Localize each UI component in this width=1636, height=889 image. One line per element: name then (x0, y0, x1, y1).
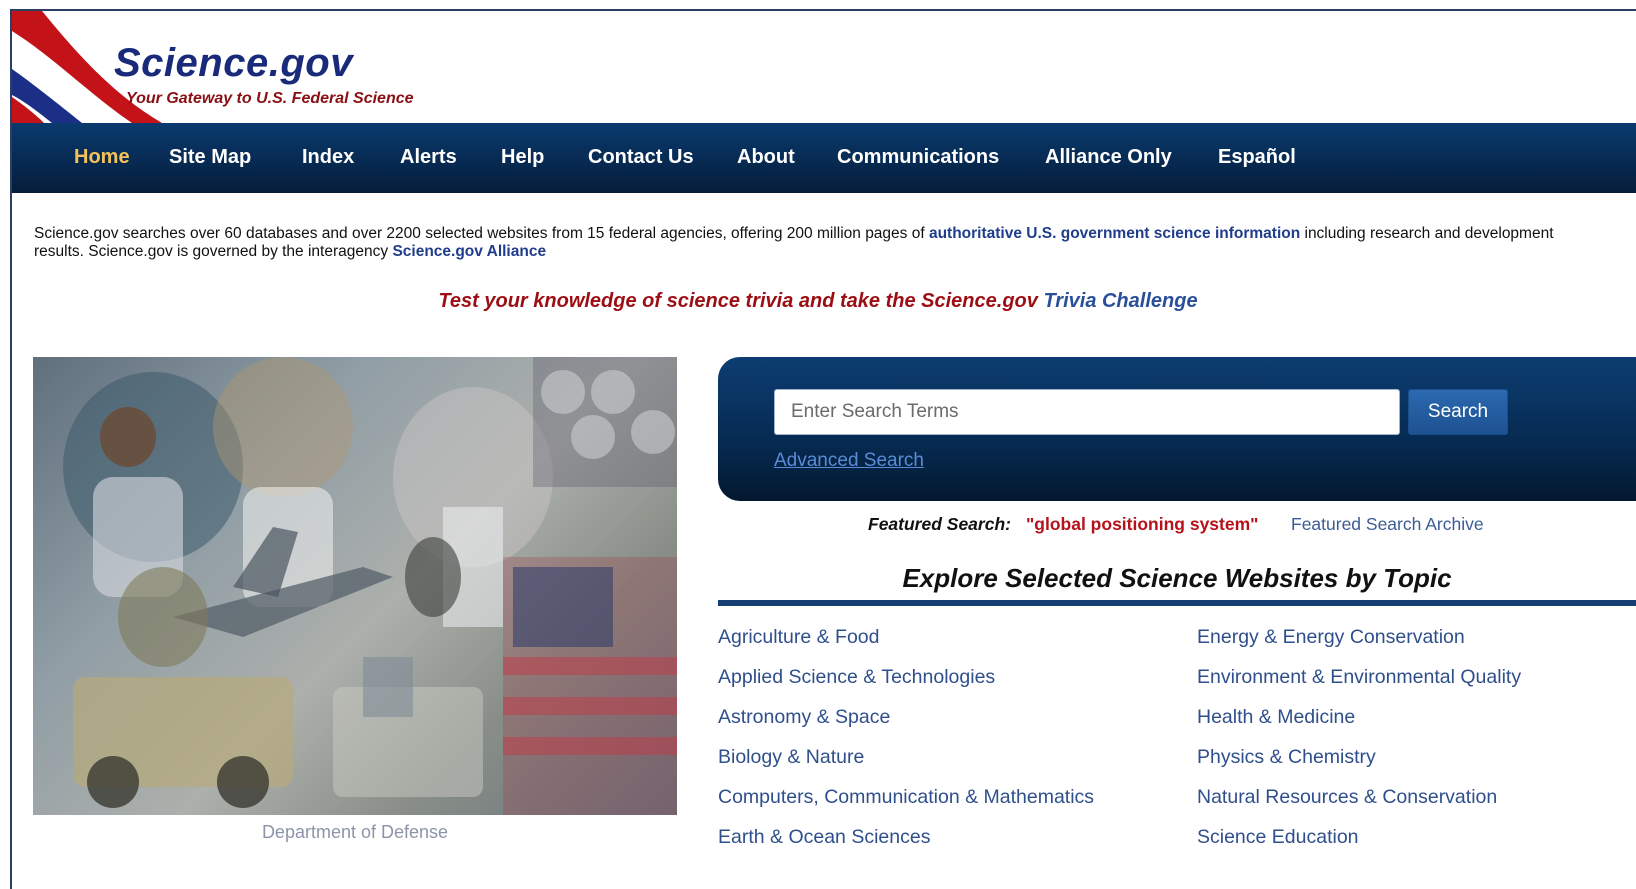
topic-link-earth-ocean[interactable]: Earth & Ocean Sciences (718, 826, 930, 849)
nav-help[interactable]: Help (501, 146, 544, 169)
topic-link-astronomy-space[interactable]: Astronomy & Space (718, 706, 890, 729)
intro-text: Science.gov searches over 60 databases a… (34, 225, 1594, 261)
search-button[interactable]: Search (1408, 389, 1508, 435)
collage-graphic (33, 357, 677, 815)
defense-photo-collage[interactable] (33, 357, 677, 815)
search-input[interactable] (774, 389, 1400, 435)
explore-divider (718, 600, 1636, 606)
topic-link-health-medicine[interactable]: Health & Medicine (1197, 706, 1355, 729)
alliance-link[interactable]: Science.gov Alliance (392, 243, 546, 260)
nav-index[interactable]: Index (302, 146, 354, 169)
site-tagline: Your Gateway to U.S. Federal Science (126, 90, 414, 107)
site-logo-title[interactable]: Science.gov (114, 41, 353, 86)
intro-text-part1: Science.gov searches over 60 databases a… (34, 225, 929, 242)
nav-alliance-only[interactable]: Alliance Only (1045, 146, 1172, 169)
topic-link-computers-communication[interactable]: Computers, Communication & Mathematics (718, 786, 1094, 809)
advanced-search-link[interactable]: Advanced Search (774, 450, 924, 472)
nav-about[interactable]: About (737, 146, 795, 169)
nav-alerts[interactable]: Alerts (400, 146, 457, 169)
nav-site-map[interactable]: Site Map (169, 146, 251, 169)
featured-search-label: Featured Search: (868, 514, 1011, 534)
nav-contact-us[interactable]: Contact Us (588, 146, 694, 169)
nav-home[interactable]: Home (74, 146, 130, 169)
featured-search-archive-link[interactable]: Featured Search Archive (1291, 514, 1484, 535)
topic-link-physics-chemistry[interactable]: Physics & Chemistry (1197, 746, 1376, 769)
explore-topics-heading: Explore Selected Science Websites by Top… (902, 563, 1452, 593)
nav-espanol[interactable]: Español (1218, 146, 1296, 169)
nav-communications[interactable]: Communications (837, 146, 999, 169)
topic-link-science-education[interactable]: Science Education (1197, 826, 1359, 849)
topic-link-agriculture-food[interactable]: Agriculture & Food (718, 626, 880, 649)
trivia-banner: Test your knowledge of science trivia an… (0, 290, 1636, 313)
site-header: Science.gov Your Gateway to U.S. Federal… (12, 11, 1636, 123)
trivia-challenge-link[interactable]: Trivia Challenge (1043, 290, 1197, 312)
topic-link-biology-nature[interactable]: Biology & Nature (718, 746, 864, 769)
main-nav: Home Site Map Index Alerts Help Contact … (12, 123, 1636, 193)
collage-caption: Department of Defense (261, 822, 449, 842)
topic-link-applied-science[interactable]: Applied Science & Technologies (718, 666, 995, 689)
topic-link-natural-resources[interactable]: Natural Resources & Conservation (1197, 786, 1497, 809)
topic-link-energy[interactable]: Energy & Energy Conservation (1197, 626, 1465, 649)
trivia-text: Test your knowledge of science trivia an… (438, 290, 1038, 312)
featured-search-term[interactable]: "global positioning system" (1026, 514, 1258, 535)
topic-link-environment[interactable]: Environment & Environmental Quality (1197, 666, 1521, 689)
authoritative-info-link[interactable]: authoritative U.S. government science in… (929, 225, 1300, 242)
